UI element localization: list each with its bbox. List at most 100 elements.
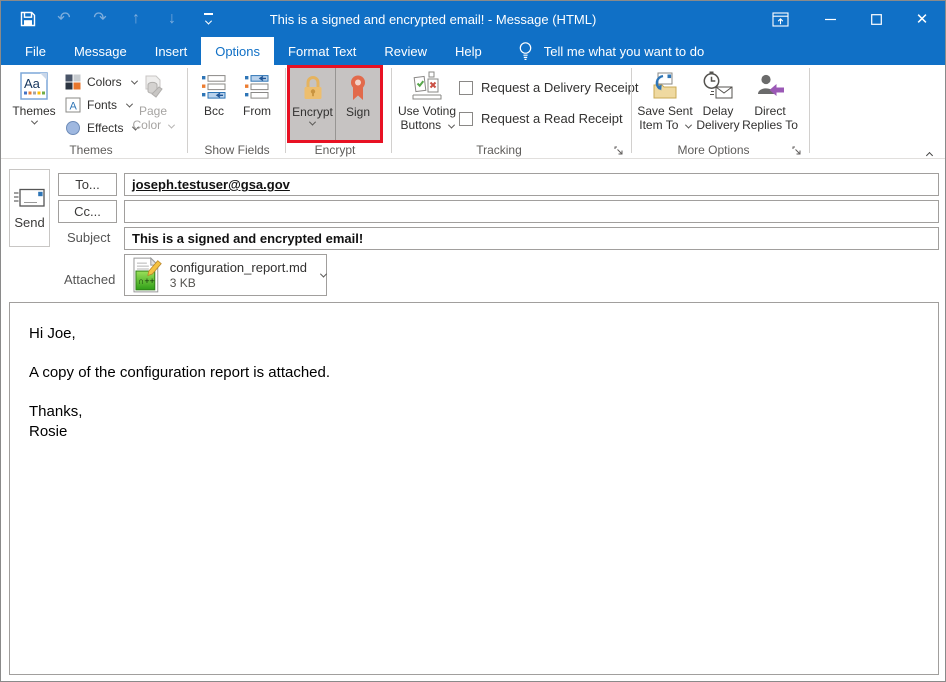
delivery-receipt-checkbox-row[interactable]: Request a Delivery Receipt <box>459 80 639 95</box>
message-body[interactable]: Hi Joe, A copy of the configuration repo… <box>9 302 939 675</box>
delivery-receipt-checkbox[interactable] <box>459 81 473 95</box>
chevron-up-icon <box>926 152 933 159</box>
collapse-ribbon-button[interactable] <box>923 145 932 163</box>
close-icon: ✕ <box>916 10 929 28</box>
attachment-size: 3 KB <box>170 276 307 291</box>
bcc-icon <box>201 69 227 101</box>
close-button[interactable]: ✕ <box>899 1 945 37</box>
svg-text:A: A <box>70 101 78 113</box>
encrypt-button[interactable]: Encrypt <box>290 68 336 140</box>
tell-me-box[interactable]: Tell me what you want to do <box>518 37 704 65</box>
subject-value: This is a signed and encrypted email! <box>132 231 363 246</box>
minimize-button[interactable] <box>807 1 853 37</box>
delivery-receipt-label: Request a Delivery Receipt <box>481 80 639 95</box>
attachment-filename: configuration_report.md <box>170 260 307 276</box>
svg-text:∩++: ∩++ <box>138 276 155 286</box>
maximize-button[interactable] <box>853 1 899 37</box>
save-icon[interactable] <box>18 7 38 31</box>
direct-replies-label: Direct Replies To <box>742 104 798 132</box>
save-sent-item-to-button[interactable]: Save Sent Item To <box>637 67 693 143</box>
attached-label: Attached <box>64 272 115 287</box>
bcc-button-label: Bcc <box>204 104 224 118</box>
attachment-dropdown-icon[interactable] <box>320 270 327 277</box>
lightbulb-icon <box>518 41 533 61</box>
window-controls: ✕ <box>753 1 945 37</box>
sign-button[interactable]: Sign <box>336 68 380 140</box>
body-line: A copy of the configuration report is at… <box>29 363 926 383</box>
title-bar: ↶ ↷ ↑ ↓ This is a signed and encrypted e… <box>1 1 945 37</box>
tab-options[interactable]: Options <box>201 37 274 65</box>
body-line: Hi Joe, <box>29 324 926 344</box>
dialog-launcher-icon <box>792 146 802 156</box>
bcc-button[interactable]: Bcc <box>194 67 234 143</box>
move-down-glyph: ↓ <box>168 11 176 27</box>
read-receipt-checkbox[interactable] <box>459 112 473 126</box>
encrypt-group-label: Encrypt <box>285 143 385 157</box>
use-voting-buttons-button[interactable]: Use Voting Buttons <box>397 67 457 143</box>
direct-replies-to-button[interactable]: Direct Replies To <box>742 67 798 143</box>
move-down-icon[interactable]: ↓ <box>162 7 182 31</box>
effects-icon <box>65 120 81 136</box>
undo-icon[interactable]: ↶ <box>54 7 74 31</box>
from-button[interactable]: From <box>236 67 278 143</box>
cc-button[interactable]: Cc... <box>58 200 117 223</box>
tab-format-text[interactable]: Format Text <box>274 37 370 65</box>
to-field[interactable]: joseph.testuser@gsa.gov <box>124 173 939 196</box>
attachment-chip[interactable]: ∩++ configuration_report.md 3 KB <box>124 254 327 296</box>
from-icon <box>244 69 270 101</box>
attachment-meta: configuration_report.md 3 KB <box>170 260 307 291</box>
move-up-glyph: ↑ <box>132 11 140 27</box>
send-button[interactable]: Send <box>9 169 50 247</box>
tab-review[interactable]: Review <box>370 37 441 65</box>
themes-button[interactable]: Aa Themes <box>7 67 61 143</box>
attachment-file-icon: ∩++ <box>132 257 162 293</box>
colors-button-label: Colors <box>87 75 122 89</box>
minimize-icon <box>825 14 836 25</box>
cc-field[interactable] <box>124 200 939 223</box>
tab-message[interactable]: Message <box>60 37 141 65</box>
subject-field[interactable]: This is a signed and encrypted email! <box>124 227 939 250</box>
more-options-group-label: More Options <box>641 143 786 157</box>
delay-delivery-icon <box>701 69 735 101</box>
customize-qat-bar <box>204 13 213 15</box>
themes-group-label: Themes <box>21 143 161 157</box>
delay-delivery-label: Delay Delivery <box>696 104 739 132</box>
save-sent-label: Save Sent Item To <box>637 104 692 132</box>
move-up-icon[interactable]: ↑ <box>126 7 146 31</box>
svg-text:Aa: Aa <box>24 76 41 91</box>
outlook-message-window: ↶ ↷ ↑ ↓ This is a signed and encrypted e… <box>0 0 946 682</box>
tab-help[interactable]: Help <box>441 37 496 65</box>
page-color-icon <box>139 69 167 101</box>
customize-qat-icon[interactable] <box>198 7 218 31</box>
more-options-dialog-launcher[interactable] <box>791 145 803 157</box>
chevron-down-icon <box>447 122 454 129</box>
voting-ballot-icon <box>411 69 443 101</box>
direct-replies-icon <box>756 69 784 101</box>
ribbon-display-options-button[interactable] <box>753 1 807 37</box>
redo-icon[interactable]: ↷ <box>90 7 110 31</box>
encrypt-button-label: Encrypt <box>292 105 333 119</box>
maximize-icon <box>871 14 882 25</box>
themes-icon: Aa <box>19 69 49 101</box>
fonts-button-label: Fonts <box>87 98 117 112</box>
to-button[interactable]: To... <box>58 173 117 196</box>
group-separator <box>187 68 188 153</box>
page-color-button[interactable]: Page Color <box>128 67 178 143</box>
dialog-launcher-icon <box>614 146 624 156</box>
tracking-dialog-launcher[interactable] <box>613 145 625 157</box>
tab-insert[interactable]: Insert <box>141 37 202 65</box>
subject-label: Subject <box>67 230 110 245</box>
tab-file[interactable]: File <box>11 37 60 65</box>
chevron-down-icon <box>167 122 174 129</box>
read-receipt-checkbox-row[interactable]: Request a Read Receipt <box>459 111 623 126</box>
colors-icon <box>65 74 81 90</box>
encrypt-lock-icon <box>300 70 326 102</box>
ribbon: Aa Themes Colors <box>1 65 945 159</box>
chevron-down-icon <box>309 119 316 126</box>
ribbon-tab-bar: File Message Insert Options Format Text … <box>1 37 945 65</box>
group-separator <box>391 68 392 153</box>
chevron-down-icon <box>685 122 692 129</box>
group-separator <box>285 68 286 153</box>
delay-delivery-button[interactable]: Delay Delivery <box>694 67 742 143</box>
to-recipient[interactable]: joseph.testuser@gsa.gov <box>132 177 290 192</box>
